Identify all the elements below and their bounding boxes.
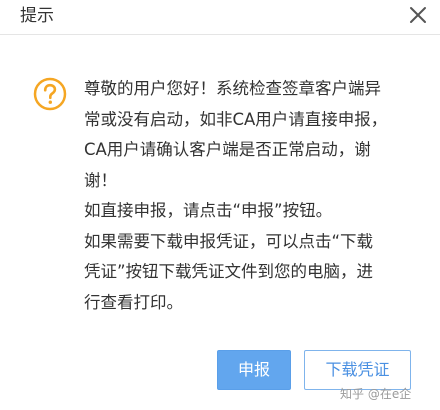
message-line: 常或没有启动，如非CA用户请直接申报， — [84, 109, 388, 129]
watermark-text: 知乎 @在e企 — [340, 387, 412, 401]
message-line: 行查看打印。 — [84, 292, 183, 312]
message-line: 如直接申报，请点击“申报”按钮。 — [84, 201, 333, 220]
question-circle-icon — [33, 77, 67, 111]
dialog-title: 提示 — [20, 6, 54, 26]
message-line: 谢！ — [84, 170, 117, 190]
message-line: 尊敬的用户您好！系统检查签章客户端异 — [84, 79, 381, 98]
message-line: CA用户请确认客户端是否正常启动，谢 — [84, 140, 371, 159]
message-line: 凭证”按钮下载凭证文件到您的电脑，进 — [84, 262, 374, 281]
dialog-message: 尊敬的用户您好！系统检查签章客户端异 常或没有启动，如非CA用户请直接申报， C… — [84, 74, 420, 318]
message-line: 如果需要下载申报凭证，可以点击“下载 — [84, 231, 374, 251]
alert-dialog: 提示 尊敬的用户您好！系统检查签章客户端异 常或没有启动，如非CA用户请直接申报… — [0, 0, 440, 410]
dialog-header: 提示 — [0, 0, 440, 35]
close-icon — [410, 7, 426, 23]
download-voucher-button[interactable]: 下载凭证 — [304, 350, 411, 390]
declare-button[interactable]: 申报 — [217, 350, 291, 390]
close-button[interactable] — [406, 3, 430, 27]
